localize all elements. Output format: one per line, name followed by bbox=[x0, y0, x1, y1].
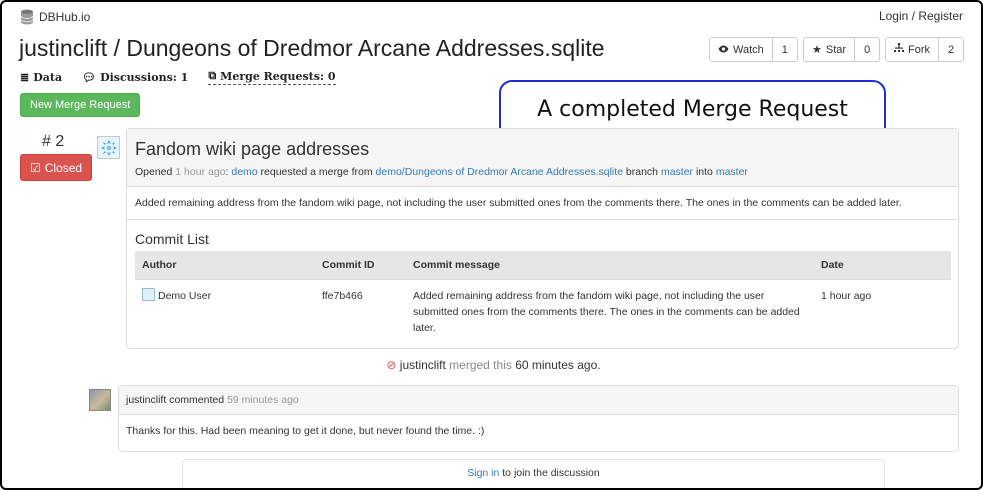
tab-data[interactable]: ≣ Data bbox=[20, 69, 62, 85]
table-row: Demo User ffe7b466 Added remaining addre… bbox=[135, 278, 951, 344]
copy-icon: ⧉ bbox=[208, 69, 217, 82]
comment-user: justinclift bbox=[126, 394, 167, 406]
avatar bbox=[89, 389, 111, 411]
watch-count[interactable]: 1 bbox=[773, 38, 797, 61]
fork-button-group: Fork 2 bbox=[885, 37, 965, 62]
column-author: Author bbox=[135, 251, 315, 279]
tab-data-label: Data bbox=[33, 70, 63, 84]
star-button-group: ★ Star 0 bbox=[803, 37, 881, 62]
brand[interactable]: DBHub.io bbox=[20, 9, 90, 25]
dest-branch-link[interactable]: master bbox=[716, 166, 748, 178]
signin-text: to join the discussion bbox=[502, 467, 600, 479]
signin-link[interactable]: Sign in bbox=[467, 467, 499, 479]
star-button[interactable]: ★ Star bbox=[804, 38, 856, 61]
merge-request-description: Added remaining address from the fandom … bbox=[127, 187, 958, 220]
app-window: DBHub.io Login / Register justinclift / … bbox=[0, 0, 983, 490]
merge-request-header: Fandom wiki page addresses Opened 1 hour… bbox=[127, 129, 958, 187]
watch-label: Watch bbox=[733, 43, 764, 56]
column-commit-message: Commit message bbox=[406, 251, 814, 279]
star-count[interactable]: 0 bbox=[855, 38, 879, 61]
new-merge-request-button[interactable]: New Merge Request bbox=[20, 93, 141, 117]
star-label: Star bbox=[825, 43, 847, 56]
tab-merge-requests[interactable]: ⧉ Merge Requests: 0 bbox=[208, 69, 336, 85]
login-register-link[interactable]: Login / Register bbox=[879, 9, 963, 23]
fork-label: Fork bbox=[908, 43, 930, 56]
watch-button-group: Watch 1 bbox=[709, 37, 798, 62]
signin-prompt: Sign in to join the discussion bbox=[182, 459, 885, 488]
merge-request-number: # 2 bbox=[42, 133, 65, 150]
into-text: into bbox=[695, 166, 713, 178]
page-title: justinclift / Dungeons of Dredmor Arcane… bbox=[19, 35, 605, 61]
fork-count[interactable]: 2 bbox=[939, 38, 963, 61]
opened-time: 1 hour ago bbox=[175, 166, 226, 178]
tab-discussions-label: Discussions: 1 bbox=[100, 70, 189, 84]
database-icon: ≣ bbox=[20, 70, 30, 84]
author-link[interactable]: demo bbox=[231, 166, 257, 178]
tab-discussions[interactable]: 💬︎ Discussions: 1 bbox=[82, 69, 188, 85]
commit-list-title: Commit List bbox=[135, 231, 209, 247]
star-icon: ★ bbox=[812, 44, 822, 56]
merge-request-meta: Opened 1 hour ago: demo requested a merg… bbox=[135, 166, 950, 178]
repo-tabs: ≣ Data 💬︎ Discussions: 1 ⧉ Merge Request… bbox=[20, 69, 336, 85]
commit-id[interactable]: ffe7b466 bbox=[315, 278, 406, 344]
comment-header: justinclift commented 59 minutes ago bbox=[119, 386, 958, 415]
fork-icon bbox=[894, 43, 904, 56]
merge-request-panel: Fandom wiki page addresses Opened 1 hour… bbox=[126, 128, 959, 349]
merged-status: ⊘ justinclift merged this 60 minutes ago… bbox=[2, 358, 981, 372]
comment-icon: 💬︎ bbox=[82, 70, 97, 84]
commit-date: 1 hour ago bbox=[814, 278, 951, 344]
checkbox-icon: ☑ bbox=[29, 160, 41, 175]
meta-separator: : bbox=[225, 166, 229, 178]
avatar bbox=[142, 287, 155, 301]
merge-request-title: Fandom wiki page addresses bbox=[135, 139, 370, 159]
commit-author: Demo User bbox=[158, 289, 212, 302]
merged-verb: merged this bbox=[449, 358, 512, 372]
comment-body: Thanks for this. Had been meaning to get… bbox=[126, 425, 485, 437]
source-branch-link[interactable]: master bbox=[661, 166, 693, 178]
source-db-link[interactable]: demo/Dungeons of Dredmor Arcane Addresse… bbox=[376, 166, 623, 178]
branch-text: branch bbox=[625, 166, 659, 178]
merged-time: 60 minutes ago. bbox=[515, 358, 601, 372]
commit-table: Author Commit ID Commit message Date Dem… bbox=[135, 251, 951, 344]
merged-user: justinclift bbox=[399, 358, 446, 372]
avatar bbox=[97, 136, 120, 159]
table-header-row: Author Commit ID Commit message Date bbox=[135, 251, 951, 279]
brand-name: DBHub.io bbox=[39, 10, 91, 24]
status-label: Closed bbox=[44, 160, 83, 175]
comment-time: 59 minutes ago bbox=[226, 394, 299, 406]
column-date: Date bbox=[814, 251, 951, 279]
requested-text: requested a merge from bbox=[260, 166, 373, 178]
comment-verb: commented bbox=[169, 394, 225, 406]
tab-merge-requests-label: Merge Requests: 0 bbox=[220, 69, 336, 83]
fork-button[interactable]: Fork bbox=[886, 38, 939, 61]
eye-icon bbox=[718, 44, 729, 56]
status-badge: ☑ Closed bbox=[20, 154, 92, 181]
opened-label: Opened bbox=[135, 166, 173, 178]
ban-icon: ⊘ bbox=[386, 358, 397, 372]
comment-panel: justinclift commented 59 minutes ago Tha… bbox=[118, 385, 959, 452]
commit-message: Added remaining address from the fandom … bbox=[406, 278, 814, 344]
commit-author-cell: Demo User bbox=[135, 278, 315, 344]
database-icon bbox=[20, 9, 34, 25]
column-commit-id: Commit ID bbox=[315, 251, 406, 279]
watch-button[interactable]: Watch bbox=[710, 38, 773, 61]
